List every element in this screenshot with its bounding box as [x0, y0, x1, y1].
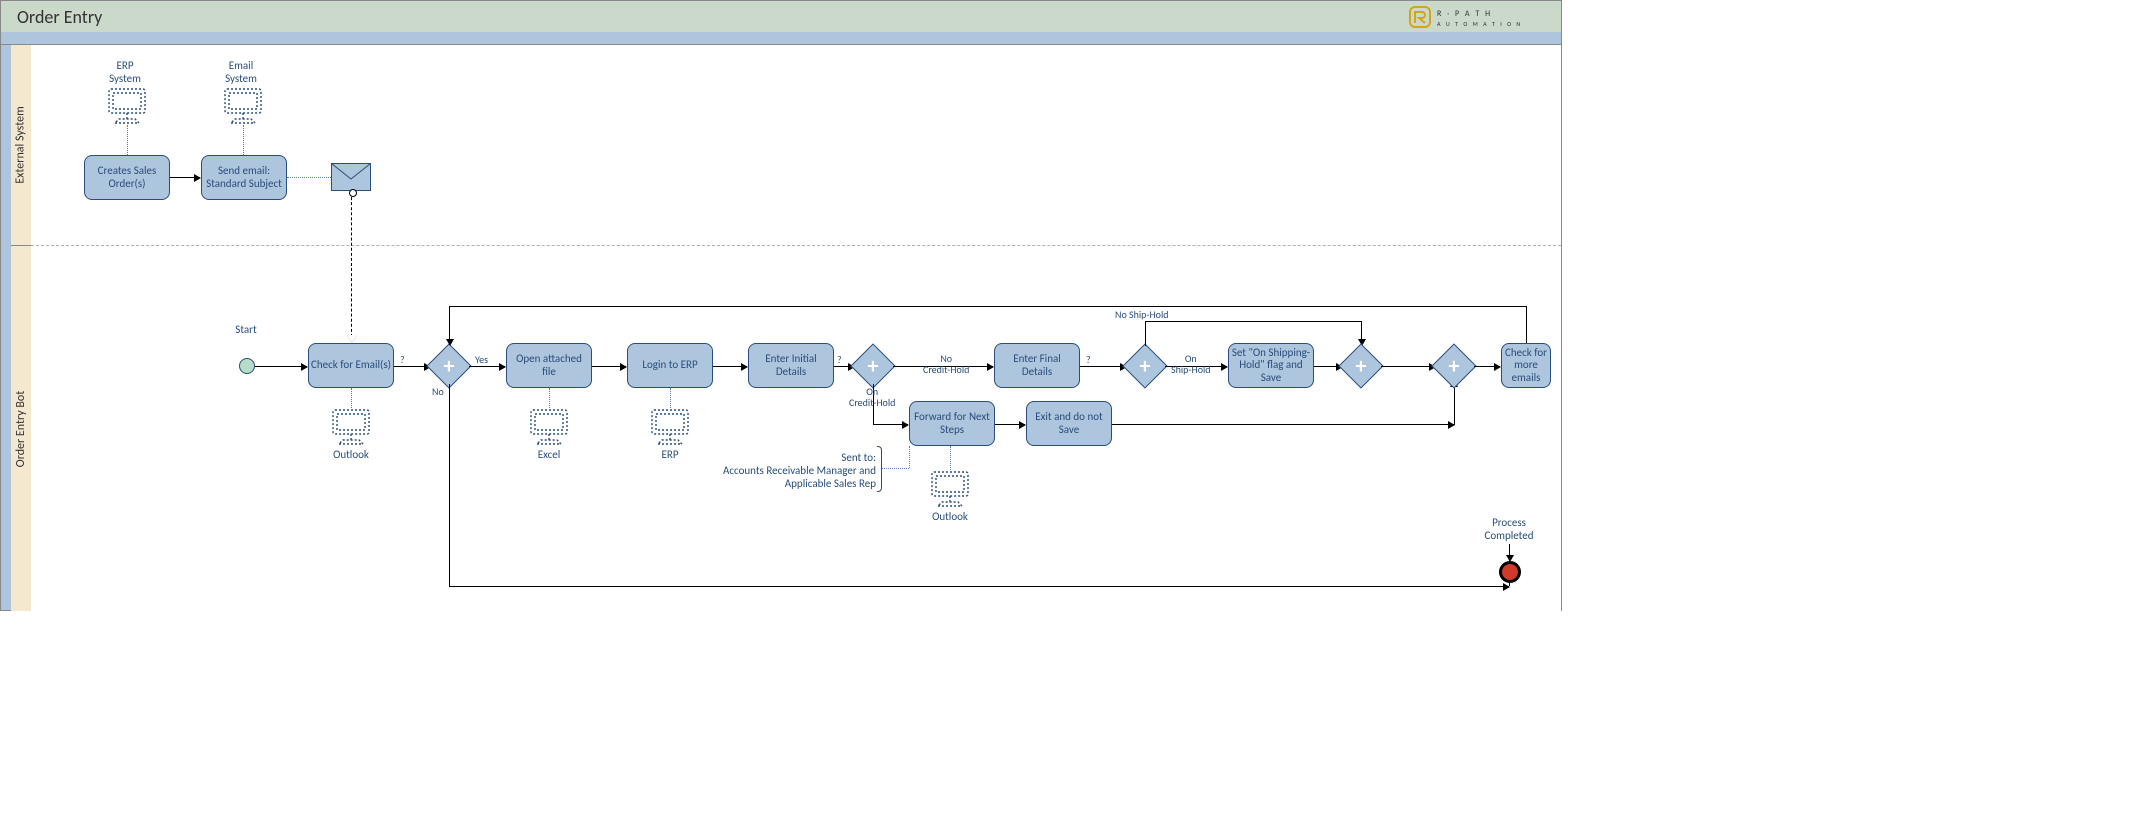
edge-label: Yes: [475, 354, 488, 365]
sequence-flow: [1454, 384, 1455, 425]
task-create-sales-order[interactable]: Creates Sales Order(s): [84, 155, 170, 200]
gateway-emails[interactable]: [426, 343, 471, 388]
edge-label: No Credit-Hold: [923, 353, 969, 375]
association: [909, 446, 910, 468]
sequence-flow: [394, 366, 430, 367]
sequence-flow: [1112, 424, 1454, 425]
sequence-flow: [1526, 306, 1527, 343]
sequence-flow: [1145, 321, 1146, 346]
pool: External System ERP System Email System …: [0, 44, 1562, 611]
association: [287, 177, 331, 178]
pool-title: Order Entry: [17, 6, 102, 28]
sequence-flow: [873, 424, 908, 425]
computer-icon: [329, 408, 373, 446]
lane-bot: Start Check for Email(s) ? Yes No Open a…: [31, 245, 1561, 611]
brand-logo-icon: R · P A T H A U T O M A T I O N: [1409, 6, 1549, 28]
association: [549, 388, 550, 408]
sequence-flow: [1381, 366, 1435, 367]
gateway-credit[interactable]: [850, 343, 895, 388]
message-icon: [331, 163, 371, 191]
edge-label: On Credit-Hold: [849, 386, 895, 408]
label-erp: ERP: [640, 448, 700, 461]
sequence-flow: [1474, 366, 1500, 367]
label-outlook: Outlook: [321, 448, 381, 461]
sequence-flow: [449, 586, 1509, 587]
message-flow: [351, 192, 352, 342]
edge-label: On Ship-Hold: [1171, 353, 1211, 375]
label-excel: Excel: [519, 448, 579, 461]
association: [351, 388, 352, 408]
label-email-system: Email System: [211, 59, 271, 85]
diagram-page: Order Entry R · P A T H A U T O M A T I …: [0, 0, 1560, 610]
association: [950, 446, 951, 470]
sequence-flow: [995, 424, 1025, 425]
computer-icon: [221, 87, 265, 125]
edge-label: No Ship-Hold: [1115, 309, 1169, 320]
brand-logo: R · P A T H A U T O M A T I O N: [1409, 6, 1549, 28]
task-check-more[interactable]: Check for more emails: [1501, 343, 1551, 388]
task-open-file[interactable]: Open attached file: [506, 343, 592, 388]
sequence-flow: [592, 366, 626, 367]
sequence-flow: [469, 366, 505, 367]
task-exit-nosave[interactable]: Exit and do not Save: [1026, 401, 1112, 446]
end-event[interactable]: [1499, 561, 1521, 583]
sequence-flow: [255, 366, 307, 367]
task-send-email[interactable]: Send email: Standard Subject: [201, 155, 287, 200]
label-erp-system: ERP System: [95, 59, 155, 85]
end-label: Process Completed: [1479, 516, 1539, 542]
lane-external: ERP System Email System Creates Sales Or…: [31, 45, 1561, 245]
task-enter-final[interactable]: Enter Final Details: [994, 343, 1080, 388]
task-check-emails[interactable]: Check for Email(s): [308, 343, 394, 388]
sequence-flow: [713, 366, 747, 367]
sequence-flow: [170, 177, 200, 178]
edge-label: ?: [1086, 354, 1091, 365]
lane-label-bot: Order Entry Bot: [11, 245, 32, 611]
association: [881, 468, 909, 469]
edge-label: ?: [400, 354, 405, 365]
gateway-merge1[interactable]: [1338, 343, 1383, 388]
start-label: Start: [226, 323, 266, 336]
association: [670, 388, 671, 408]
sequence-flow: [1080, 366, 1126, 367]
association: [243, 125, 244, 155]
computer-icon: [648, 408, 692, 446]
gateway-merge2[interactable]: [1431, 343, 1476, 388]
pool-titlebar: Order Entry R · P A T H A U T O M A T I …: [0, 0, 1562, 34]
gateway-ship[interactable]: [1122, 343, 1167, 388]
computer-icon: [527, 408, 571, 446]
svg-text:A U T O M A T I O N: A U T O M A T I O N: [1437, 20, 1522, 28]
sequence-flow: [449, 384, 450, 586]
task-enter-initial[interactable]: Enter Initial Details: [748, 343, 834, 388]
label-outlook2: Outlook: [920, 510, 980, 523]
sequence-flow: [1145, 321, 1361, 322]
sequence-flow: [1361, 321, 1362, 345]
sequence-flow: [449, 306, 450, 345]
edge-label: No: [432, 386, 444, 397]
lane-label-external: External System: [11, 45, 32, 245]
task-login-erp[interactable]: Login to ERP: [627, 343, 713, 388]
task-set-flag[interactable]: Set "On Shipping-Hold" flag and Save: [1228, 343, 1314, 388]
sequence-flow: [449, 306, 1526, 307]
annotation-bracket: [877, 446, 882, 492]
sequence-flow: [1509, 544, 1510, 561]
svg-text:R · P A T H: R · P A T H: [1437, 9, 1492, 19]
start-event[interactable]: [239, 358, 255, 374]
edge-label: ?: [837, 354, 842, 365]
annotation-text: Sent to: Accounts Receivable Manager and…: [696, 451, 876, 491]
computer-icon: [928, 470, 972, 508]
association: [127, 125, 128, 155]
computer-icon: [105, 87, 149, 125]
task-forward[interactable]: Forward for Next Steps: [909, 401, 995, 446]
